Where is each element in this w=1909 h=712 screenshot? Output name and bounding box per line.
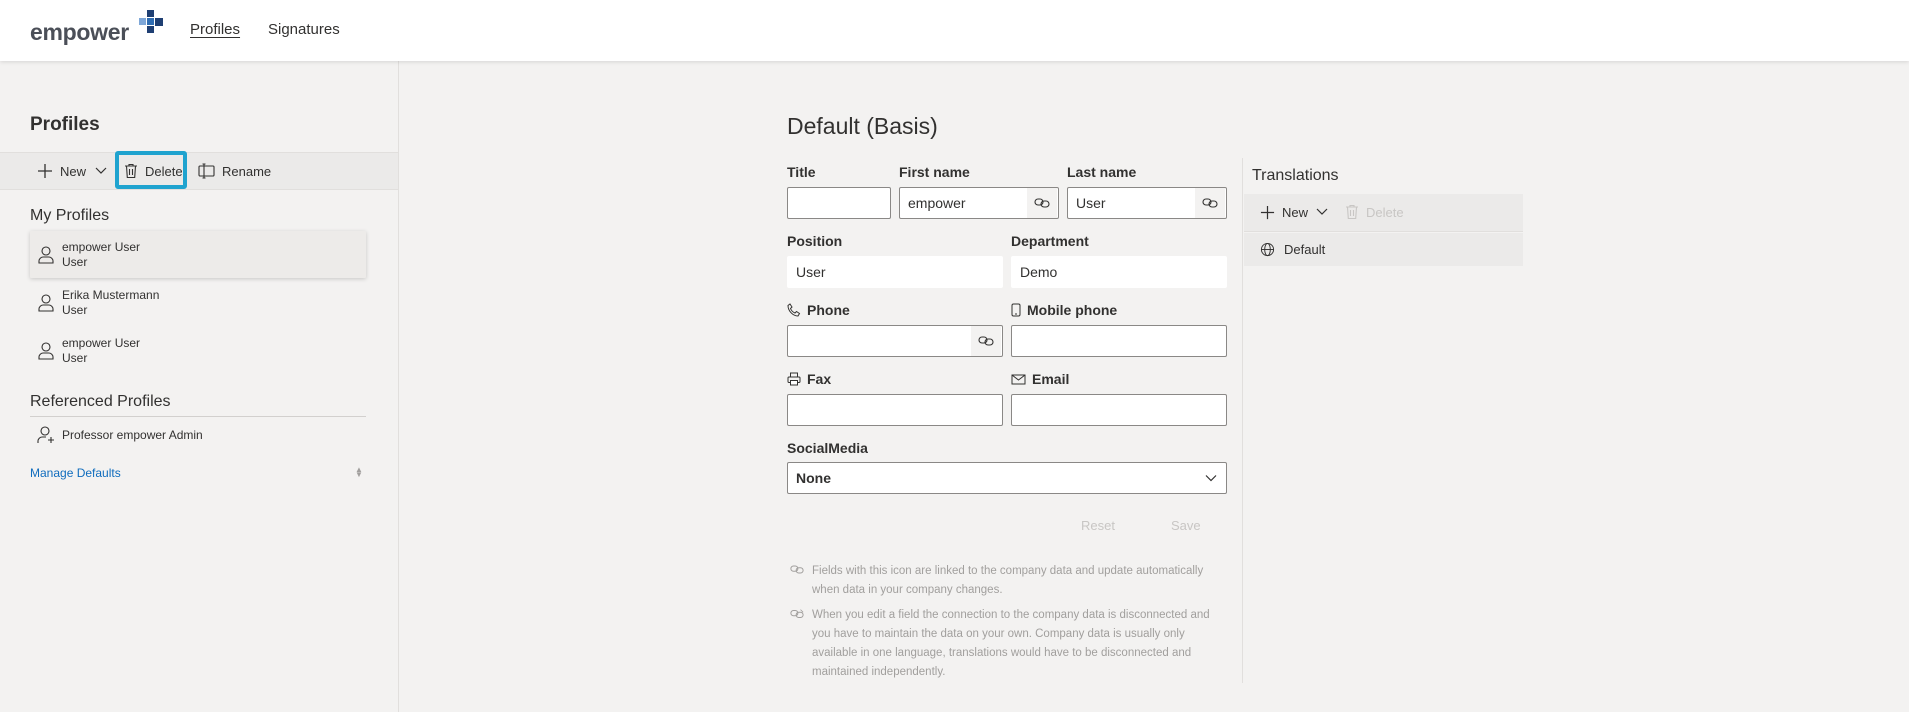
social-media-label: SocialMedia: [787, 440, 868, 456]
title-field[interactable]: [787, 187, 891, 219]
new-translation-label: New: [1282, 204, 1309, 220]
translation-item-default[interactable]: Default: [1244, 233, 1523, 266]
department-field[interactable]: Demo: [1011, 256, 1227, 288]
save-button[interactable]: Save: [1171, 518, 1201, 533]
empower-logo[interactable]: empower: [30, 10, 163, 50]
mobile-phone-icon: [1011, 303, 1021, 317]
referenced-profile-item[interactable]: Professor empower Admin: [30, 420, 366, 450]
linked-hint: Fields with this icon are linked to the …: [790, 562, 1230, 600]
divider: [30, 416, 366, 417]
unlinked-hint-text: When you edit a field the connection to …: [812, 609, 1210, 678]
profile-name: empower User: [62, 335, 141, 350]
printer-icon: [787, 372, 801, 386]
rename-profile-label: Rename: [222, 163, 272, 179]
delete-profile-button[interactable]: Delete: [124, 153, 183, 189]
new-translation-button[interactable]: New: [1260, 194, 1335, 230]
link-icon: [790, 565, 804, 574]
position-label: Position: [787, 233, 843, 249]
mail-icon: [1011, 374, 1026, 384]
trash-icon: [1346, 204, 1358, 220]
person-icon: [30, 293, 62, 312]
profile-item[interactable]: Erika Mustermann User: [30, 279, 366, 326]
trash-icon: [125, 163, 137, 179]
translations-title: Translations: [1252, 167, 1339, 184]
mobile-label-text: Mobile phone: [1027, 302, 1118, 318]
email-field[interactable]: [1011, 394, 1227, 426]
person-icon: [30, 245, 62, 264]
profiles-command-bar: New Delete Rename: [0, 151, 398, 190]
department-label: Department: [1011, 233, 1089, 249]
email-label: Email: [1011, 371, 1069, 387]
rename-icon: [198, 163, 215, 179]
chevron-down-icon[interactable]: [1316, 208, 1328, 216]
first-name-value: empower: [908, 195, 966, 211]
add-icon: [38, 164, 52, 178]
divider: [1242, 158, 1243, 683]
chevron-down-icon[interactable]: [95, 167, 107, 175]
globe-icon: [1260, 242, 1275, 257]
page-title: Default (Basis): [787, 113, 938, 139]
person-link-icon: [30, 426, 62, 444]
mobile-field[interactable]: [1011, 325, 1227, 357]
reset-button[interactable]: Reset: [1081, 518, 1115, 533]
profile-role: User: [62, 350, 88, 365]
phone-icon: [787, 303, 801, 317]
phone-field[interactable]: [787, 325, 1003, 357]
fax-field[interactable]: [787, 394, 1003, 426]
profile-item[interactable]: empower User User: [30, 231, 366, 278]
my-profiles-heading: My Profiles: [30, 207, 110, 224]
profile-name: empower User: [62, 239, 141, 254]
top-bar: empower Profiles Signatures: [0, 0, 1909, 61]
sort-caret-icon[interactable]: ▲ ▼: [355, 466, 363, 479]
profile-role: User: [62, 254, 88, 269]
rename-profile-button[interactable]: Rename: [198, 153, 271, 189]
fax-label: Fax: [787, 371, 831, 387]
phone-label-text: Phone: [807, 302, 850, 318]
profile-role: User: [62, 302, 88, 317]
last-name-field[interactable]: User: [1067, 187, 1227, 219]
last-name-label: Last name: [1067, 164, 1137, 180]
email-label-text: Email: [1032, 371, 1070, 387]
title-label: Title: [787, 164, 816, 180]
translations-command-bar: New Delete: [1244, 194, 1523, 232]
phone-label: Phone: [787, 302, 850, 318]
linked-hint-text: Fields with this icon are linked to the …: [812, 565, 1204, 596]
referenced-profile-name: Professor empower Admin: [62, 428, 203, 442]
sidebar: Profiles New Delete Rename My Profiles e…: [0, 61, 399, 712]
new-profile-button[interactable]: New: [37, 153, 114, 189]
unlink-icon: [790, 609, 804, 618]
delete-translation-label: Delete: [1366, 204, 1404, 220]
link-icon[interactable]: [971, 326, 1001, 356]
link-icon[interactable]: [1195, 188, 1225, 218]
mobile-label: Mobile phone: [1011, 302, 1117, 318]
chevron-down-icon: [1205, 475, 1217, 482]
manage-defaults-link[interactable]: Manage Defaults: [30, 466, 121, 480]
social-media-dropdown[interactable]: None: [787, 462, 1227, 494]
last-name-value: User: [1076, 195, 1106, 211]
logo-text: empower: [30, 19, 129, 45]
unlinked-hint: When you edit a field the connection to …: [790, 606, 1230, 682]
fax-label-text: Fax: [807, 371, 832, 387]
sidebar-title: Profiles: [30, 114, 100, 135]
logo-mark-icon: [139, 10, 163, 33]
social-media-value: None: [796, 470, 831, 486]
referenced-profiles-heading: Referenced Profiles: [30, 393, 171, 410]
translation-item-label: Default: [1284, 242, 1326, 257]
position-field[interactable]: User: [787, 256, 1003, 288]
add-icon: [1260, 205, 1275, 219]
nav-signatures[interactable]: Signatures: [268, 21, 340, 38]
person-icon: [30, 341, 62, 360]
delete-translation-button[interactable]: Delete: [1345, 194, 1404, 230]
new-profile-label: New: [60, 163, 87, 179]
link-icon[interactable]: [1027, 188, 1057, 218]
nav-profiles[interactable]: Profiles: [190, 21, 240, 38]
profile-name: Erika Mustermann: [62, 287, 160, 302]
first-name-field[interactable]: empower: [899, 187, 1059, 219]
profile-item[interactable]: empower User User: [30, 327, 366, 374]
delete-profile-label: Delete: [145, 163, 183, 179]
first-name-label: First name: [899, 164, 970, 180]
